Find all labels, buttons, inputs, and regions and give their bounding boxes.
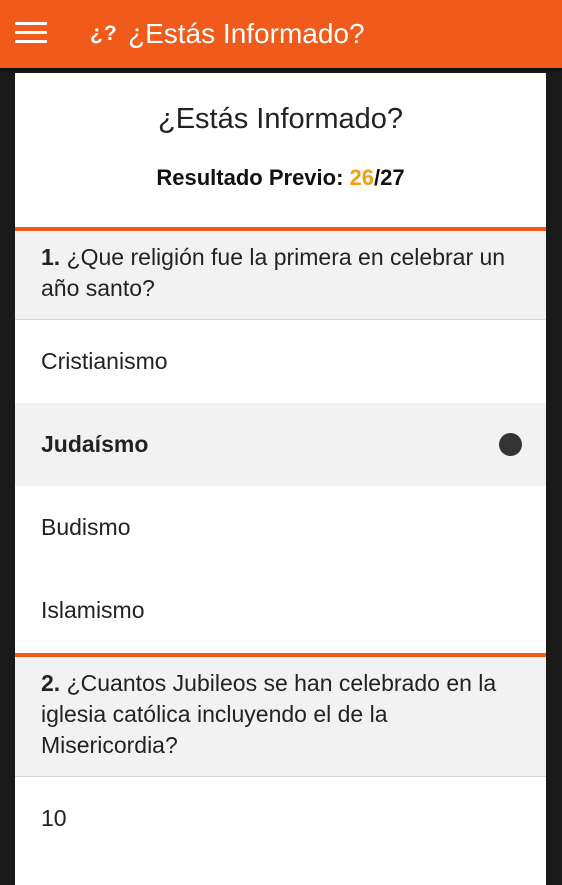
question-number: 2. (41, 670, 61, 696)
question-text: ¿Que religión fue la primera en celebrar… (41, 244, 506, 301)
question-1: 1. ¿Que religión fue la primera en celeb… (15, 231, 546, 320)
option-label: Islamismo (41, 597, 145, 623)
option-judaismo[interactable]: Judaísmo (15, 403, 546, 486)
previous-score: Resultado Previo: 26/27 (15, 163, 546, 193)
app-logo-icon: ¿? (90, 22, 118, 45)
quiz-card: ¿Estás Informado? Resultado Previo: 26/2… (15, 73, 546, 885)
app-bar: ¿? ¿Estás Informado? (0, 0, 562, 68)
hamburger-menu-icon[interactable] (15, 22, 47, 44)
question-number: 1. (41, 244, 61, 270)
previous-score-value: 26 (349, 165, 375, 190)
quiz-header: ¿Estás Informado? Resultado Previo: 26/2… (15, 73, 546, 227)
option-10[interactable]: 10 (15, 777, 546, 860)
option-cristianismo[interactable]: Cristianismo (15, 320, 546, 403)
question-2: 2. ¿Cuantos Jubileos se han celebrado en… (15, 657, 546, 777)
previous-score-total: /27 (374, 165, 405, 190)
app-title: ¿Estás Informado? (128, 18, 365, 49)
radio-selected-icon (499, 433, 522, 456)
option-budismo[interactable]: Budismo (15, 486, 546, 569)
option-label: Cristianismo (41, 348, 168, 374)
question-text: ¿Cuantos Jubileos se han celebrado en la… (41, 670, 497, 758)
option-islamismo[interactable]: Islamismo (15, 569, 546, 652)
option-label: Judaísmo (41, 431, 149, 457)
option-label: Budismo (41, 514, 131, 540)
previous-score-label: Resultado Previo: (156, 165, 344, 190)
quiz-title: ¿Estás Informado? (158, 103, 403, 135)
option-label: 10 (41, 805, 67, 831)
